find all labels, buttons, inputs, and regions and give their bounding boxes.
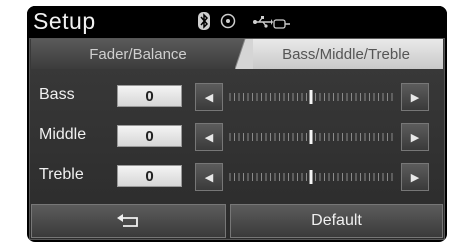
back-button[interactable] [31, 204, 226, 238]
middle-slider[interactable] [226, 129, 396, 145]
tab-bass-middle-treble[interactable]: Bass/Middle/Treble [249, 39, 443, 69]
middle-row: Middle 0 ◀ ▶ [31, 122, 443, 152]
bass-row: Bass 0 ◀ ▶ [31, 82, 443, 112]
treble-slider[interactable] [226, 169, 396, 185]
default-button[interactable]: Default [230, 204, 443, 238]
bass-increase-button[interactable]: ▶ [401, 83, 429, 111]
treble-value: 0 [117, 165, 182, 187]
left-arrow-icon: ◀ [204, 91, 214, 104]
right-arrow-icon: ▶ [410, 131, 420, 144]
middle-value: 0 [117, 125, 182, 147]
treble-increase-button[interactable]: ▶ [401, 163, 429, 191]
middle-decrease-button[interactable]: ◀ [195, 123, 223, 151]
back-arrow-icon [116, 214, 138, 227]
bass-slider[interactable] [226, 89, 396, 105]
aux-plug-icon [273, 16, 291, 34]
bass-label: Bass [39, 86, 75, 103]
bass-decrease-button[interactable]: ◀ [195, 83, 223, 111]
tab-divider [235, 39, 253, 69]
disc-icon [220, 13, 236, 34]
treble-row: Treble 0 ◀ ▶ [31, 162, 443, 192]
tab-fader-balance[interactable]: Fader/Balance [31, 39, 246, 69]
slider-knob[interactable] [309, 170, 313, 184]
left-arrow-icon: ◀ [204, 171, 214, 184]
tab-label: Fader/Balance [89, 45, 187, 63]
left-arrow-icon: ◀ [204, 131, 214, 144]
setup-screen: Setup Fader/Balance Bass/Middle/Treble B… [27, 6, 447, 242]
slider-knob[interactable] [309, 130, 313, 144]
title-bar: Setup [27, 6, 447, 37]
right-arrow-icon: ▶ [410, 91, 420, 104]
treble-decrease-button[interactable]: ◀ [195, 163, 223, 191]
middle-increase-button[interactable]: ▶ [401, 123, 429, 151]
usb-icon [253, 15, 273, 33]
bass-value: 0 [117, 85, 182, 107]
default-label: Default [311, 212, 362, 229]
tab-label: Bass/Middle/Treble [282, 45, 410, 63]
bluetooth-icon [198, 12, 210, 35]
page-title: Setup [33, 8, 96, 34]
right-arrow-icon: ▶ [410, 171, 420, 184]
middle-label: Middle [39, 126, 87, 143]
slider-knob[interactable] [309, 90, 313, 104]
treble-label: Treble [39, 166, 84, 183]
